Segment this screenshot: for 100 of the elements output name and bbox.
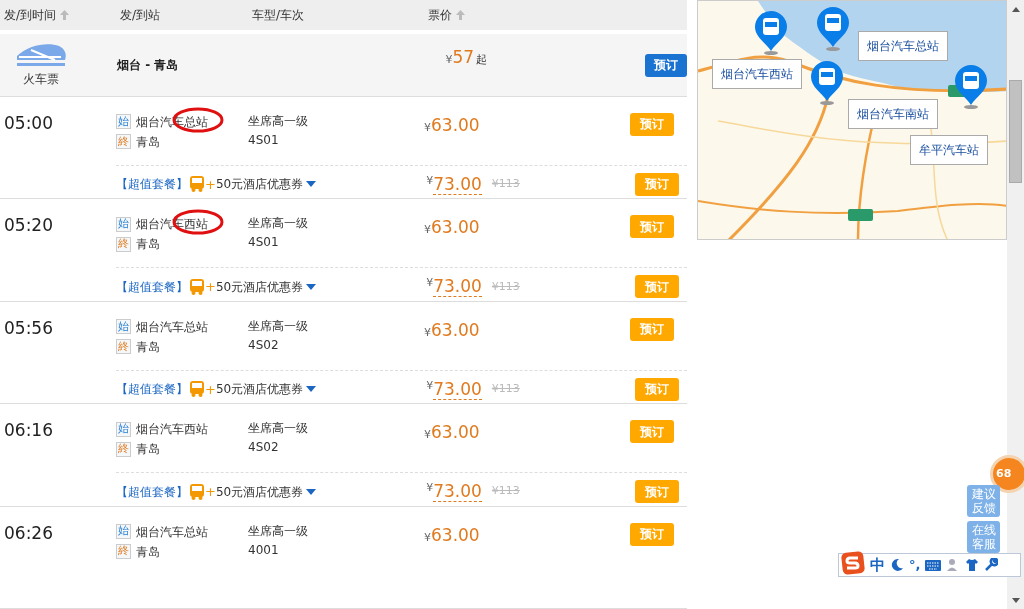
route-title: 烟台 - 青岛: [117, 57, 180, 75]
column-header: 车型/车次: [252, 7, 305, 25]
moon-icon[interactable]: [890, 558, 904, 572]
station-label[interactable]: 牟平汽车站: [910, 135, 988, 165]
book-button[interactable]: 预订: [644, 53, 687, 77]
column-header: 发/到站: [120, 7, 161, 25]
ticket-price: 63.00: [431, 523, 480, 547]
package-price: 73.00: [433, 173, 482, 195]
departure-time: 05:56: [4, 317, 54, 338]
station-label[interactable]: 烟台汽车总站: [858, 31, 948, 61]
departure-time: 06:26: [4, 522, 54, 543]
currency-symbol: ¥: [424, 325, 431, 341]
station-badge: 終: [116, 339, 131, 355]
station-badge: 終: [116, 236, 131, 252]
currency-symbol: ¥: [445, 53, 453, 69]
column-header[interactable]: 发/到时间: [4, 6, 57, 25]
package-price: 73.00: [433, 481, 482, 503]
currency-symbol: ¥: [426, 172, 434, 187]
arrival-station: 青岛: [136, 133, 160, 151]
currency-symbol: ¥: [424, 530, 431, 546]
train-number: 4001: [248, 541, 280, 559]
original-price: ¥113: [491, 176, 521, 193]
input-method-logo-icon[interactable]: [841, 551, 865, 575]
keyboard-icon[interactable]: [925, 559, 942, 571]
column-header[interactable]: 票价: [428, 6, 452, 25]
bus-stop-pin-icon[interactable]: [754, 11, 788, 55]
departure-station: 烟台汽车西站: [136, 421, 208, 439]
station-badge: 終: [116, 544, 131, 560]
currency-symbol: ¥: [424, 223, 431, 239]
arrival-station: 青岛: [136, 236, 160, 254]
package-link[interactable]: 【超值套餐】: [116, 380, 188, 399]
bus-stop-pin-icon[interactable]: [816, 7, 850, 51]
train-ticket-label: 火车票: [22, 71, 59, 89]
station-badge: 終: [116, 134, 131, 150]
package-price: 73.00: [433, 276, 482, 298]
seat-class: 坐席高一级: [248, 112, 309, 130]
departure-station: 烟台汽车总站: [136, 318, 208, 336]
currency-symbol: ¥: [424, 428, 431, 444]
hotel-coupon-offer[interactable]: 50元酒店优惠券: [215, 277, 304, 296]
original-price: ¥113: [491, 381, 521, 397]
scroll-down-icon[interactable]: [1011, 598, 1020, 603]
departure-station: 烟台汽车总站: [136, 523, 208, 541]
map[interactable]: 烟台汽车西站 烟台汽车总站 烟台汽车南站 牟平汽车站: [697, 0, 1007, 240]
caret-icon[interactable]: [306, 488, 317, 495]
ticket-price: 63.00: [431, 216, 480, 240]
currency-symbol: ¥: [424, 120, 431, 136]
bus-icon: [189, 482, 205, 501]
station-badge: 終: [116, 441, 131, 457]
circle-annotation: [172, 208, 224, 237]
plus-sign: +: [205, 482, 216, 501]
seat-class: 坐席高一级: [248, 215, 309, 233]
ticket-price: 63.00: [431, 421, 480, 445]
station-badge: 始: [116, 114, 131, 130]
bus-stop-pin-icon[interactable]: [954, 65, 988, 109]
arrival-station: 青岛: [136, 338, 160, 356]
caret-icon[interactable]: [306, 181, 317, 188]
package-link[interactable]: 【超值套餐】: [116, 482, 188, 501]
hotel-coupon-offer[interactable]: 50元酒店优惠券: [215, 482, 304, 501]
hotel-coupon-offer[interactable]: 50元酒店优惠券: [215, 175, 304, 194]
input-mode-toggle[interactable]: 中: [870, 553, 885, 577]
arrival-station: 青岛: [136, 441, 160, 459]
price-from-label: 起: [476, 52, 488, 69]
scroll-up-icon[interactable]: [1011, 7, 1020, 12]
station-label[interactable]: 烟台汽车南站: [848, 99, 938, 129]
punctuation-toggle[interactable]: °,: [909, 555, 921, 575]
seat-class: 坐席高一级: [248, 522, 309, 540]
seat-class: 坐席高一级: [248, 317, 309, 335]
lowest-price: 57: [452, 46, 475, 70]
departure-time: 05:00: [4, 112, 54, 133]
seat-class: 坐席高一级: [248, 420, 309, 438]
shirt-icon[interactable]: [965, 558, 980, 572]
train-number: 4S02: [248, 439, 280, 457]
train-icon: [14, 42, 67, 69]
package-link[interactable]: 【超值套餐】: [116, 277, 188, 296]
package-link[interactable]: 【超值套餐】: [116, 175, 188, 194]
station-label[interactable]: 烟台汽车西站: [712, 59, 802, 89]
train-number: 4S02: [248, 336, 280, 354]
plus-sign: +: [205, 278, 216, 297]
station-badge: 始: [116, 216, 131, 232]
train-number: 4S01: [248, 131, 280, 149]
currency-symbol: ¥: [426, 275, 434, 290]
original-price: ¥113: [491, 278, 521, 295]
bus-icon: [189, 277, 205, 296]
scrollbar-thumb[interactable]: [1009, 80, 1022, 183]
train-number: 4S01: [248, 234, 280, 252]
hotel-coupon-offer[interactable]: 50元酒店优惠券: [215, 380, 304, 399]
caret-icon[interactable]: [306, 386, 317, 393]
plus-sign: +: [205, 175, 216, 194]
bus-stop-pin-icon[interactable]: [810, 61, 844, 105]
departure-time: 06:16: [4, 420, 54, 441]
station-badge: 始: [116, 524, 131, 540]
caret-icon[interactable]: [306, 283, 317, 290]
wrench-icon[interactable]: [984, 558, 999, 572]
station-badge: 始: [116, 421, 131, 437]
arrival-station: 青岛: [136, 543, 160, 561]
circle-annotation: [172, 105, 224, 134]
currency-symbol: ¥: [426, 480, 434, 495]
ticket-price: 63.00: [431, 318, 480, 342]
package-price: 73.00: [433, 378, 482, 400]
original-price: ¥113: [491, 483, 521, 500]
